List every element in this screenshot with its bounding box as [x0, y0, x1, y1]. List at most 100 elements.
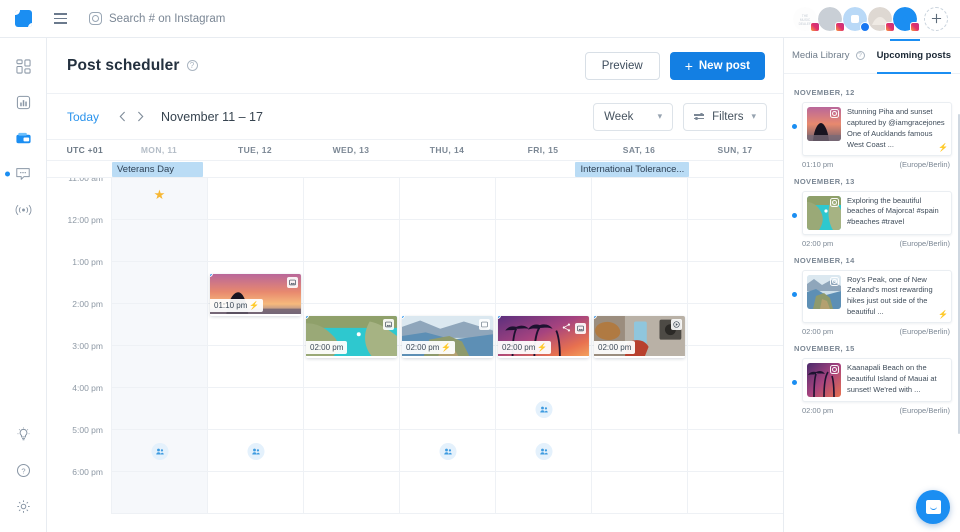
avatar-active[interactable]	[890, 6, 920, 41]
post-card[interactable]: Kaanapali Beach on the beautiful Island …	[802, 358, 952, 402]
hour-cell[interactable]	[208, 388, 303, 430]
sidebar-item-analytics[interactable]	[0, 84, 47, 120]
calendar-event[interactable]: 02:00 pm ⚡	[498, 316, 589, 358]
sidebar-item-dashboard[interactable]	[0, 48, 47, 84]
filters-button[interactable]: Filters ▾	[683, 102, 767, 131]
best-time-badge[interactable]	[439, 443, 456, 460]
hour-cell[interactable]	[496, 472, 591, 514]
all-day-cell-tue[interactable]	[204, 161, 297, 177]
hour-cell[interactable]	[496, 262, 591, 304]
hour-cell[interactable]	[208, 178, 303, 220]
hour-cell[interactable]	[112, 472, 207, 514]
hour-cell[interactable]	[592, 388, 687, 430]
day-column-fri[interactable]: 02:00 pm ⚡	[495, 178, 591, 514]
tab-upcoming-posts[interactable]: Upcoming posts	[876, 38, 952, 74]
hour-cell[interactable]	[496, 178, 591, 220]
hour-cell[interactable]	[688, 178, 783, 220]
hour-cell[interactable]	[688, 388, 783, 430]
day-column-thu[interactable]: 02:00 pm ⚡	[399, 178, 495, 514]
sidebar-item-publisher[interactable]	[0, 120, 47, 156]
calendar-event[interactable]: 02:00 pm	[594, 316, 685, 358]
best-time-badge[interactable]	[151, 443, 168, 460]
avatar[interactable]	[868, 6, 895, 32]
info-icon[interactable]: ?	[855, 51, 865, 60]
hour-cell[interactable]	[400, 220, 495, 262]
star-icon[interactable]: ★	[154, 187, 166, 203]
hour-cell[interactable]	[400, 178, 495, 220]
calendar-event[interactable]: 02:00 pm ⚡	[402, 316, 493, 358]
hour-cell[interactable]	[304, 388, 399, 430]
calendar-event[interactable]: 02:00 pm	[306, 316, 397, 358]
day-column-mon[interactable]: ★	[111, 178, 207, 514]
hour-cell[interactable]	[112, 388, 207, 430]
today-button[interactable]: Today	[67, 110, 99, 124]
info-icon[interactable]: ?	[186, 60, 198, 71]
hour-cell[interactable]	[592, 430, 687, 472]
day-column-tue[interactable]: 01:10 pm ⚡	[207, 178, 303, 514]
hour-cell[interactable]	[112, 220, 207, 262]
calendar-grid-scroll[interactable]: 11:00 am 12:00 pm 1:00 pm 2:00 pm 3:00 p…	[47, 178, 783, 532]
best-time-badge[interactable]	[535, 443, 552, 460]
post-card[interactable]: Roy's Peak, one of New Zealand's most re…	[802, 269, 952, 323]
hour-cell[interactable]	[400, 388, 495, 430]
share-icon[interactable]	[562, 319, 571, 337]
sidebar-item-ideas[interactable]	[0, 416, 47, 452]
all-day-cell-wed[interactable]	[296, 161, 389, 177]
day-column-sat[interactable]: 02:00 pm	[591, 178, 687, 514]
hour-cell[interactable]	[688, 346, 783, 388]
all-day-cell-mon[interactable]: Veterans Day	[111, 161, 204, 177]
next-week-button[interactable]	[131, 107, 149, 127]
upcoming-posts-list[interactable]: NOVEMBER, 12 Stunning Piha and sunset ca…	[784, 74, 960, 532]
add-account-button[interactable]	[924, 6, 948, 31]
hour-cell[interactable]	[208, 220, 303, 262]
day-column-sun[interactable]	[687, 178, 783, 514]
list-item[interactable]: Stunning Piha and sunset captured by @ia…	[792, 102, 952, 156]
hamburger-icon[interactable]	[47, 13, 73, 24]
hour-cell[interactable]	[592, 178, 687, 220]
hour-cell[interactable]	[112, 304, 207, 346]
hour-cell[interactable]	[496, 220, 591, 262]
hour-cell[interactable]	[208, 346, 303, 388]
all-day-cell-fri[interactable]	[482, 161, 575, 177]
new-post-button[interactable]: + New post	[669, 51, 765, 80]
avatar[interactable]: THE MUSIC DEALER	[793, 6, 820, 32]
hour-cell[interactable]	[592, 472, 687, 514]
hour-cell[interactable]	[304, 178, 399, 220]
calendar-event[interactable]: 01:10 pm ⚡	[210, 274, 301, 316]
best-time-badge[interactable]	[247, 443, 264, 460]
tab-media-library[interactable]: Media Library ?	[792, 38, 865, 74]
hour-cell[interactable]	[688, 304, 783, 346]
sidebar-item-inbox[interactable]	[0, 156, 47, 192]
search-input[interactable]: Search # on Instagram	[89, 12, 225, 25]
hour-cell[interactable]	[688, 472, 783, 514]
hour-cell[interactable]	[688, 262, 783, 304]
hour-cell[interactable]	[208, 472, 303, 514]
hour-cell[interactable]	[304, 220, 399, 262]
view-select[interactable]: Week ▾	[593, 102, 674, 131]
preview-button[interactable]: Preview	[584, 51, 660, 80]
day-column-wed[interactable]: 02:00 pm	[303, 178, 399, 514]
post-card[interactable]: Exploring the beautiful beaches of Major…	[802, 190, 952, 235]
chat-widget-button[interactable]	[916, 490, 950, 524]
hour-cell[interactable]	[112, 262, 207, 304]
all-day-event-veterans[interactable]: Veterans Day	[112, 162, 203, 177]
hour-cell[interactable]	[688, 220, 783, 262]
hour-cell[interactable]	[400, 472, 495, 514]
hour-cell[interactable]	[304, 430, 399, 472]
post-card[interactable]: Stunning Piha and sunset captured by @ia…	[802, 102, 952, 156]
all-day-event-tolerance[interactable]: International Tolerance...	[575, 162, 690, 177]
hour-cell[interactable]	[592, 220, 687, 262]
prev-week-button[interactable]	[113, 107, 131, 127]
all-day-cell-sun[interactable]	[690, 161, 783, 177]
hour-cell[interactable]	[400, 262, 495, 304]
sidebar-item-settings[interactable]	[0, 488, 47, 524]
app-logo[interactable]	[0, 0, 47, 38]
hour-cell[interactable]	[112, 346, 207, 388]
list-item[interactable]: Exploring the beautiful beaches of Major…	[792, 190, 952, 235]
avatar[interactable]	[818, 6, 845, 32]
list-item[interactable]: Roy's Peak, one of New Zealand's most re…	[792, 269, 952, 323]
sidebar-item-listening[interactable]	[0, 192, 47, 228]
sidebar-item-help[interactable]: ?	[0, 452, 47, 488]
hour-cell[interactable]	[688, 430, 783, 472]
hour-cell[interactable]	[304, 472, 399, 514]
